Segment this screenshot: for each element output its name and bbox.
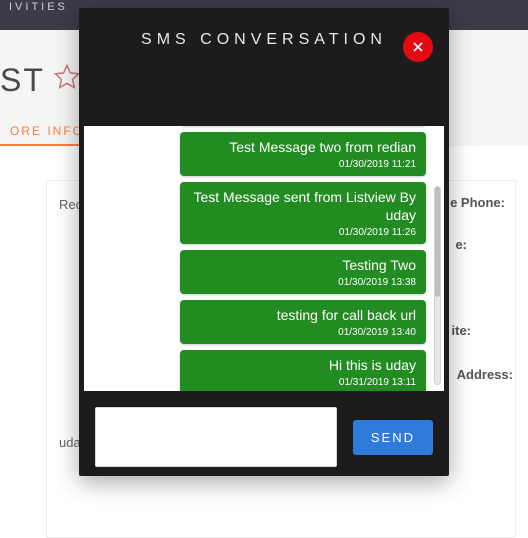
field-label-e: e: — [455, 237, 467, 252]
star-icon[interactable] — [53, 62, 81, 99]
message-input[interactable] — [95, 407, 337, 467]
send-button[interactable]: SEND — [353, 420, 433, 455]
chat-message-text: Test Message sent from Listview By uday — [190, 188, 416, 224]
field-label-phone: e Phone: — [450, 195, 505, 210]
chat-message-timestamp: 01/31/2019 13:11 — [190, 376, 416, 390]
chat-viewport: Test Message two from redian 01/30/2019 … — [84, 126, 444, 391]
chat-bubble: Testing Two 01/30/2019 13:38 — [180, 250, 426, 294]
close-button[interactable] — [403, 32, 433, 62]
chat-bubble: Test Message two from redian 01/30/2019 … — [180, 132, 426, 176]
sms-conversation-modal: SMS CONVERSATION Test Message two from r… — [79, 8, 449, 476]
topbar-text: IVITIES — [9, 0, 68, 14]
scrollbar-thumb[interactable] — [435, 187, 440, 297]
field-label-address: Address: — [457, 367, 513, 382]
chat-bubble: Test Message sent from Listview By uday … — [180, 182, 426, 244]
chat-message-timestamp: 01/30/2019 11:26 — [190, 226, 416, 240]
tab-more-info-label: ORE INFO — [10, 124, 84, 138]
chat-bubble: testing for call back url 01/30/2019 13:… — [180, 300, 426, 344]
chat-message-timestamp: 01/30/2019 13:38 — [190, 276, 416, 290]
page-title-row: ST — [0, 62, 81, 99]
chat-message-text: Test Message two from redian — [190, 138, 416, 156]
detail-link[interactable]: uda — [59, 435, 81, 450]
chat-message-timestamp: 01/30/2019 13:40 — [190, 326, 416, 340]
chat-message-text: Testing Two — [190, 256, 416, 274]
compose-row: SEND — [79, 398, 449, 476]
chat-message-timestamp: 01/30/2019 11:21 — [190, 158, 416, 172]
chat-body: Test Message two from redian 01/30/2019 … — [84, 126, 432, 391]
close-icon — [413, 42, 423, 52]
chat-message-text: Hi this is uday — [190, 356, 416, 374]
chat-message-text: testing for call back url — [190, 306, 416, 324]
field-label-ite: ite: — [452, 323, 472, 338]
modal-header: SMS CONVERSATION — [79, 8, 449, 72]
modal-title: SMS CONVERSATION — [141, 31, 387, 49]
chat-bubble: Hi this is uday 01/31/2019 13:11 — [180, 350, 426, 391]
page-title-fragment: ST — [0, 62, 45, 99]
scrollbar[interactable] — [434, 186, 441, 385]
